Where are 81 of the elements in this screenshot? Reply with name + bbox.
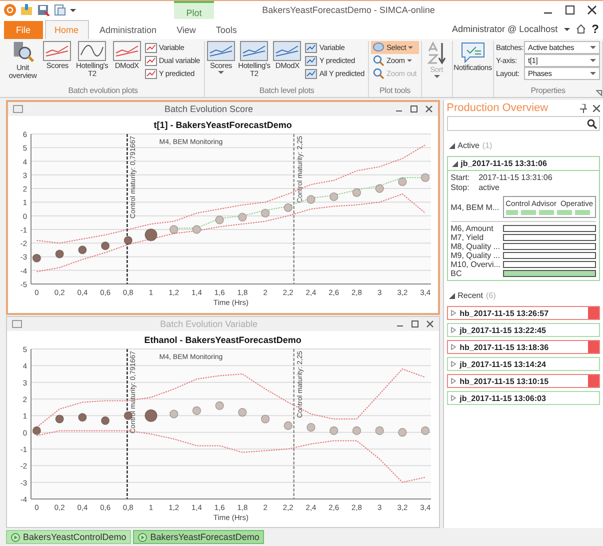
count-label: (1): [482, 141, 492, 150]
expander-icon[interactable]: [452, 160, 458, 166]
expander-icon[interactable]: [448, 142, 455, 148]
batch-name[interactable]: jb_2017-11-15 13:31:06: [460, 159, 547, 168]
pane-title: Production Overview: [446, 102, 550, 114]
batch-item[interactable]: hb_2017-11-15 13:18:36: [446, 340, 600, 354]
close-icon[interactable]: [587, 5, 597, 15]
save-icon[interactable]: [37, 4, 50, 16]
batch-name: jb_2017-11-15 13:22:45: [460, 326, 547, 334]
expand-arrow-icon: [450, 361, 456, 367]
zoom-icon: [373, 55, 384, 66]
batch-item[interactable]: jb_2017-11-15 13:14:24: [446, 357, 600, 371]
expand-arrow-icon: [450, 327, 456, 333]
pin-icon[interactable]: [580, 104, 587, 112]
panel-title: Batch Evolution Score: [164, 104, 254, 114]
field-value: 2017-11-15 13:31:06: [478, 173, 552, 183]
batch-item[interactable]: jb_2017-11-15 13:22:45: [446, 323, 600, 337]
expand-arrow-icon: [450, 395, 456, 401]
maximize-icon[interactable]: [410, 320, 419, 328]
batch-name: jb_2017-11-15 13:06:03: [460, 394, 547, 402]
field-value: active: [478, 183, 500, 193]
dropdown-caret-icon: [590, 58, 596, 62]
model-name: M8, Quality ...: [450, 242, 501, 251]
dropdown-caret-icon: [590, 46, 596, 50]
close-icon[interactable]: [424, 105, 433, 113]
ribbon-tab[interactable]: Administration: [90, 21, 166, 39]
message-icon: [460, 41, 486, 63]
document-tab[interactable]: BakersYeastControlDemo: [6, 530, 132, 544]
group-label: Plot tools: [380, 86, 410, 95]
close-icon[interactable]: [593, 104, 600, 112]
play-icon: [11, 532, 20, 542]
batch-name: hb_2017-11-15 13:10:15: [460, 376, 550, 386]
batch-item[interactable]: hb_2017-11-15 13:26:57: [446, 306, 600, 320]
batch-name: hb_2017-11-15 13:18:36: [460, 342, 550, 352]
model-name: M9, Quality ...: [450, 251, 501, 260]
folder-icon[interactable]: [20, 4, 33, 16]
model-name: M4, BEM M...: [450, 202, 500, 212]
ribbon-tab[interactable]: Tools: [206, 21, 246, 39]
group-label: Batch evolution plots: [68, 86, 138, 95]
user-menu[interactable]: Administrator @ Localhost: [452, 24, 558, 34]
home-icon[interactable]: [576, 24, 586, 34]
field-label: Stop:: [450, 183, 470, 193]
search-icon: [587, 118, 597, 128]
group-label: Batch level plots: [259, 86, 314, 95]
batch-name: jb_2017-11-15 13:14:24: [460, 360, 547, 368]
dialog-launcher-icon[interactable]: [596, 90, 602, 96]
dropdown-caret-icon: [590, 72, 596, 76]
field-label: Start:: [450, 173, 471, 183]
group-label: Properties: [530, 86, 566, 95]
model-name: M10, Overvi...: [450, 260, 501, 269]
play-icon: [138, 532, 148, 542]
section-title: Active: [458, 141, 480, 150]
model-name: BC: [450, 269, 463, 278]
expand-arrow-icon: [450, 378, 456, 384]
document-icon[interactable]: [54, 4, 66, 16]
batch-name: hb_2017-11-15 13:26:57: [460, 308, 550, 318]
chart-title: t[1] - BakersYeastForecastDemo: [154, 120, 292, 130]
window-title: BakersYeastForecastDemo - SIMCA-online: [261, 5, 436, 15]
chart-title: Ethanol - BakersYeastForecastDemo: [144, 334, 302, 344]
app-logo-icon: [4, 4, 16, 16]
ribbon-tab[interactable]: View: [168, 21, 205, 39]
help-button[interactable]: ?: [588, 22, 603, 36]
maximize-icon[interactable]: [410, 105, 418, 113]
document-tab[interactable]: BakersYeastForecastDemo: [133, 530, 264, 544]
panel-title: Batch Evolution Variable: [159, 318, 258, 328]
expander-icon[interactable]: [448, 292, 455, 298]
model-name: M7, Yield: [450, 233, 485, 242]
search-field[interactable]: [446, 116, 600, 131]
batch-item[interactable]: hb_2017-11-15 13:10:15: [446, 374, 600, 388]
batch-item[interactable]: jb_2017-11-15 13:06:03: [446, 391, 600, 405]
count-label: (6): [486, 291, 496, 300]
sort-icon: [426, 41, 447, 65]
zoom-icon: [373, 68, 384, 79]
dropdown-caret-icon[interactable]: [564, 25, 570, 33]
expand-arrow-icon: [450, 344, 456, 350]
context-tab-label: Plot: [174, 1, 214, 19]
maximize-icon[interactable]: [565, 5, 575, 15]
expand-arrow-icon: [450, 310, 456, 316]
section-title: Recent: [458, 291, 483, 300]
model-name: M6, Amount: [450, 224, 494, 233]
close-icon[interactable]: [426, 320, 434, 328]
